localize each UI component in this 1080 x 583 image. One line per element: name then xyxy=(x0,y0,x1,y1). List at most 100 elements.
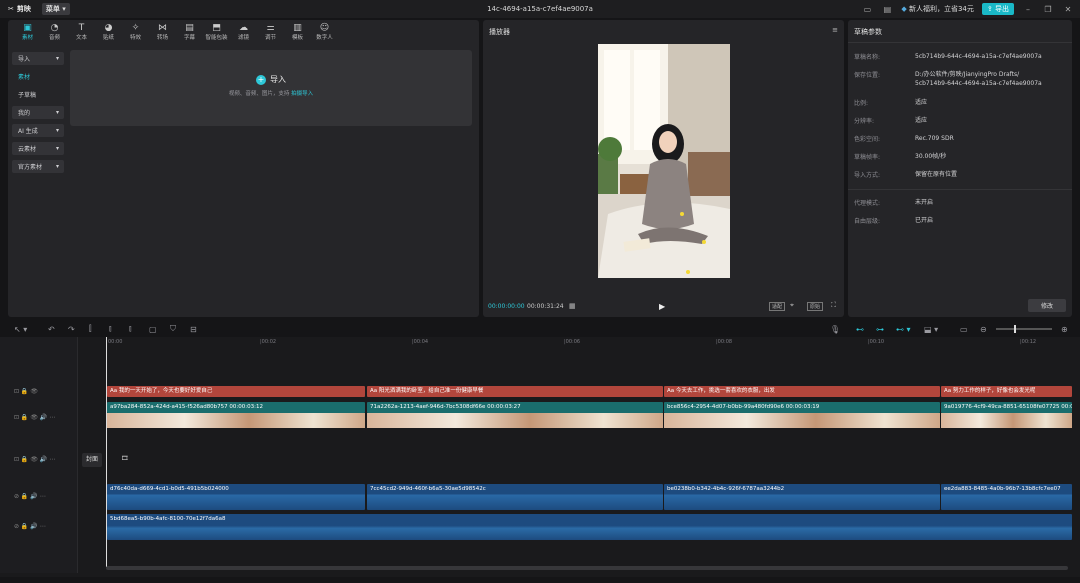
audio-clip[interactable]: d76c40da-d669-4cd1-b0d5-491b5b024000 xyxy=(107,484,365,510)
param-key: 色彩空间: xyxy=(854,136,881,143)
minimize-icon[interactable]: – xyxy=(1022,5,1034,14)
audio-clip[interactable]: ee2da883-8485-4a0b-96b7-13b8cfc7ee07 xyxy=(941,484,1072,510)
sticker-icon: ◕ xyxy=(104,23,113,33)
sidebar-item[interactable]: 导入 ▾ xyxy=(12,52,64,65)
video-clip[interactable]: a97ba284-852a-424d-a415-f526ad80b757 00:… xyxy=(107,402,365,413)
timeline-scrollbar[interactable] xyxy=(106,566,1068,570)
zoom-in-icon[interactable]: ⊕ xyxy=(1061,325,1068,334)
param-key: 草稿名称: xyxy=(854,54,881,61)
tab-text[interactable]: T 文本 xyxy=(68,23,95,42)
original-ratio-button[interactable]: 原始 xyxy=(807,302,824,311)
param-value: Rec.709 SDR xyxy=(915,135,954,142)
close-icon[interactable]: ✕ xyxy=(1062,5,1074,14)
current-timecode: 00:00:00:00 xyxy=(488,302,525,310)
split-left-icon[interactable]: ⫾ xyxy=(109,324,112,334)
tab-label: 转场 xyxy=(156,35,168,41)
fit-ratio-button[interactable]: 适配 xyxy=(769,302,786,311)
promo-banner[interactable]: ◆ 新人福利，立省34元 xyxy=(901,4,974,14)
video-clip[interactable]: bce856c4-2954-4d07-b0bb-99a480fd90e6 00:… xyxy=(664,402,940,413)
param-row: 保存位置: D:/办公软件/剪映/JianyingPro Drafts/5cb71… xyxy=(854,70,1042,88)
play-button[interactable]: ▶ xyxy=(659,302,665,311)
sidebar-item[interactable]: 素材 xyxy=(12,70,64,83)
track-controls-audio[interactable]: ⊘ 🔒 🔊 ⋯ xyxy=(14,493,46,500)
preview-axis-icon[interactable]: ⊷ ▾ xyxy=(896,325,911,334)
sidebar-item[interactable]: 云素材 ▾ xyxy=(12,142,64,155)
mic-icon[interactable]: 🎙 xyxy=(830,325,840,334)
sidebar-item-label: 云素材 xyxy=(18,146,37,153)
redo-icon[interactable]: ↷ xyxy=(68,325,75,334)
export-button[interactable]: ⇪ 导出 xyxy=(981,3,1014,15)
ruler-tick: |00:10 xyxy=(868,339,885,345)
sidebar-item[interactable]: 官方素材 ▾ xyxy=(12,160,64,173)
tab-avatar[interactable]: ☺ 数字人 xyxy=(311,23,338,42)
fullscreen-icon[interactable]: ⛶ xyxy=(831,301,836,310)
import-button[interactable]: + 导入 xyxy=(70,74,472,85)
subtitle-clip[interactable]: Aa 阳光洒满我的卧室，给自己准一份健康早餐 xyxy=(367,386,663,397)
chevron-down-icon: ▾ xyxy=(55,145,59,152)
tab-caption[interactable]: ▤ 字幕 xyxy=(176,23,203,42)
tab-audio[interactable]: ◔ 音频 xyxy=(41,23,68,42)
frame-grid-icon[interactable]: ▦ xyxy=(569,302,576,310)
param-key: 分辨率: xyxy=(854,118,875,125)
track-controls-video[interactable]: ⊡ 🔒 👁 🔊 ⋯ xyxy=(14,414,55,421)
music-clip[interactable]: 5bd68ea5-b90b-4afc-8100-70e12f7da6a8 xyxy=(107,514,1072,540)
ruler-tick: |00:02 xyxy=(260,339,277,345)
zoom-out-icon[interactable]: ⊖ xyxy=(980,325,987,334)
chevron-down-icon: ▾ xyxy=(55,55,59,62)
subtitle-clip[interactable]: Aa 今天去工作，挑选一套喜欢的衣服，出发 xyxy=(664,386,940,397)
playhead[interactable] xyxy=(106,337,107,567)
subtitle-clip[interactable]: Aa 我的一天开始了，今天也要好好爱自己 xyxy=(107,386,365,397)
split-icon[interactable]: ⫿ xyxy=(89,324,92,334)
track-controls-main[interactable]: ⊡ 🔒 👁 🔊 ⋯ xyxy=(14,456,55,463)
magnet-icon[interactable]: ⊷ xyxy=(856,325,864,334)
tab-filter[interactable]: ☁ 滤镜 xyxy=(230,23,257,42)
menu-button[interactable]: 菜单 ▾ xyxy=(41,3,70,15)
tab-adjust[interactable]: ⚌ 调节 xyxy=(257,23,284,42)
param-value: 适应 xyxy=(915,117,928,124)
focus-icon[interactable]: ⌖ xyxy=(790,301,794,310)
tab-effects[interactable]: ✧ 特效 xyxy=(122,23,149,42)
subtitle-clip[interactable]: Aa 努力工作的样子，好像也会发光呢 xyxy=(941,386,1072,397)
maximize-icon[interactable]: ❐ xyxy=(1042,5,1054,14)
sidebar-item[interactable]: 子草稿 xyxy=(12,88,64,101)
audio-clip[interactable]: be0238b0-b342-4b4c-926f-6787aa3244b2 xyxy=(664,484,940,510)
tab-sticker[interactable]: ◕ 贴纸 xyxy=(95,23,122,42)
video-clip[interactable]: 71a2262a-1213-4aef-946d-7bc5308df66e 00:… xyxy=(367,402,663,413)
media-panel: ▣ 素材 ◔ 音频 T 文本 ◕ 贴纸 ✧ 特效 ⋈ 转场 ▤ 字幕 ⬒ 智能包装 ☁ 滤镜 ⚌ 调节 ▥ 模板 ☺ 数字人 … xyxy=(8,20,479,317)
track-controls-music[interactable]: ⊘ 🔒 🔊 ⋯ xyxy=(14,523,46,530)
sidebar-item[interactable]: 我的 ▾ xyxy=(12,106,64,119)
tab-label: 模板 xyxy=(291,35,303,41)
modify-button[interactable]: 修改 xyxy=(1028,299,1066,312)
split-right-icon[interactable]: ⫾ xyxy=(129,324,132,334)
zoom-slider-handle[interactable] xyxy=(1014,325,1016,333)
layout-icon[interactable]: ▭ xyxy=(861,5,873,14)
audio-split-icon[interactable]: ⬓ ▾ xyxy=(924,325,938,334)
tab-label: 贴纸 xyxy=(102,35,114,41)
tab-transition[interactable]: ⋈ 转场 xyxy=(149,23,176,42)
ruler-tick: |00:04 xyxy=(412,339,429,345)
delete-icon[interactable]: ▢ xyxy=(149,325,157,334)
undo-icon[interactable]: ↶ xyxy=(48,325,55,334)
capture-import-link[interactable]: 拍摄导入 xyxy=(291,91,313,97)
time-ruler[interactable]: 00:00 |00:02 |00:04 |00:06 |00:08 |00:10 |00:1… xyxy=(80,337,1080,349)
tab-smart-pack[interactable]: ⬒ 智能包装 xyxy=(203,23,230,42)
zoom-slider[interactable] xyxy=(996,325,1052,333)
auto-caption-icon[interactable]: ⊟ xyxy=(190,325,197,334)
shield-icon[interactable]: ⛉ xyxy=(170,324,176,334)
video-clip[interactable]: 9a019776-4cf9-49ca-8851-65108fe07725 00:… xyxy=(941,402,1072,413)
tab-media[interactable]: ▣ 素材 xyxy=(14,23,41,42)
import-hint: 视频、音频、图片，支持 拍摄导入 xyxy=(228,91,314,97)
caption-icon[interactable]: ▭ xyxy=(960,325,968,334)
monitor-icon[interactable]: ▤ xyxy=(881,5,893,14)
link-icon[interactable]: ⊶ xyxy=(876,325,884,334)
tab-template[interactable]: ▥ 模板 xyxy=(284,23,311,42)
track-controls-subtitle[interactable]: ⊡ 🔒 👁 xyxy=(14,388,38,395)
preview-frame[interactable] xyxy=(598,44,730,278)
media-sidebar: 导入 ▾ 素材子草稿我的 ▾ AI 生成 ▾ 云素材 ▾ 官方素材 ▾ xyxy=(12,52,64,178)
audio-clip[interactable]: 7cc45cd2-949d-460f-b6a5-30ae5d98542c xyxy=(367,484,663,510)
cover-button[interactable]: 封面 xyxy=(82,453,102,467)
sidebar-item[interactable]: AI 生成 ▾ xyxy=(12,124,64,137)
select-tool-icon[interactable]: ↖ ▾ xyxy=(14,325,27,334)
import-dropzone[interactable]: + 导入 视频、音频、图片，支持 拍摄导入 xyxy=(70,50,472,126)
player-menu-icon[interactable]: ≡ xyxy=(832,26,838,34)
